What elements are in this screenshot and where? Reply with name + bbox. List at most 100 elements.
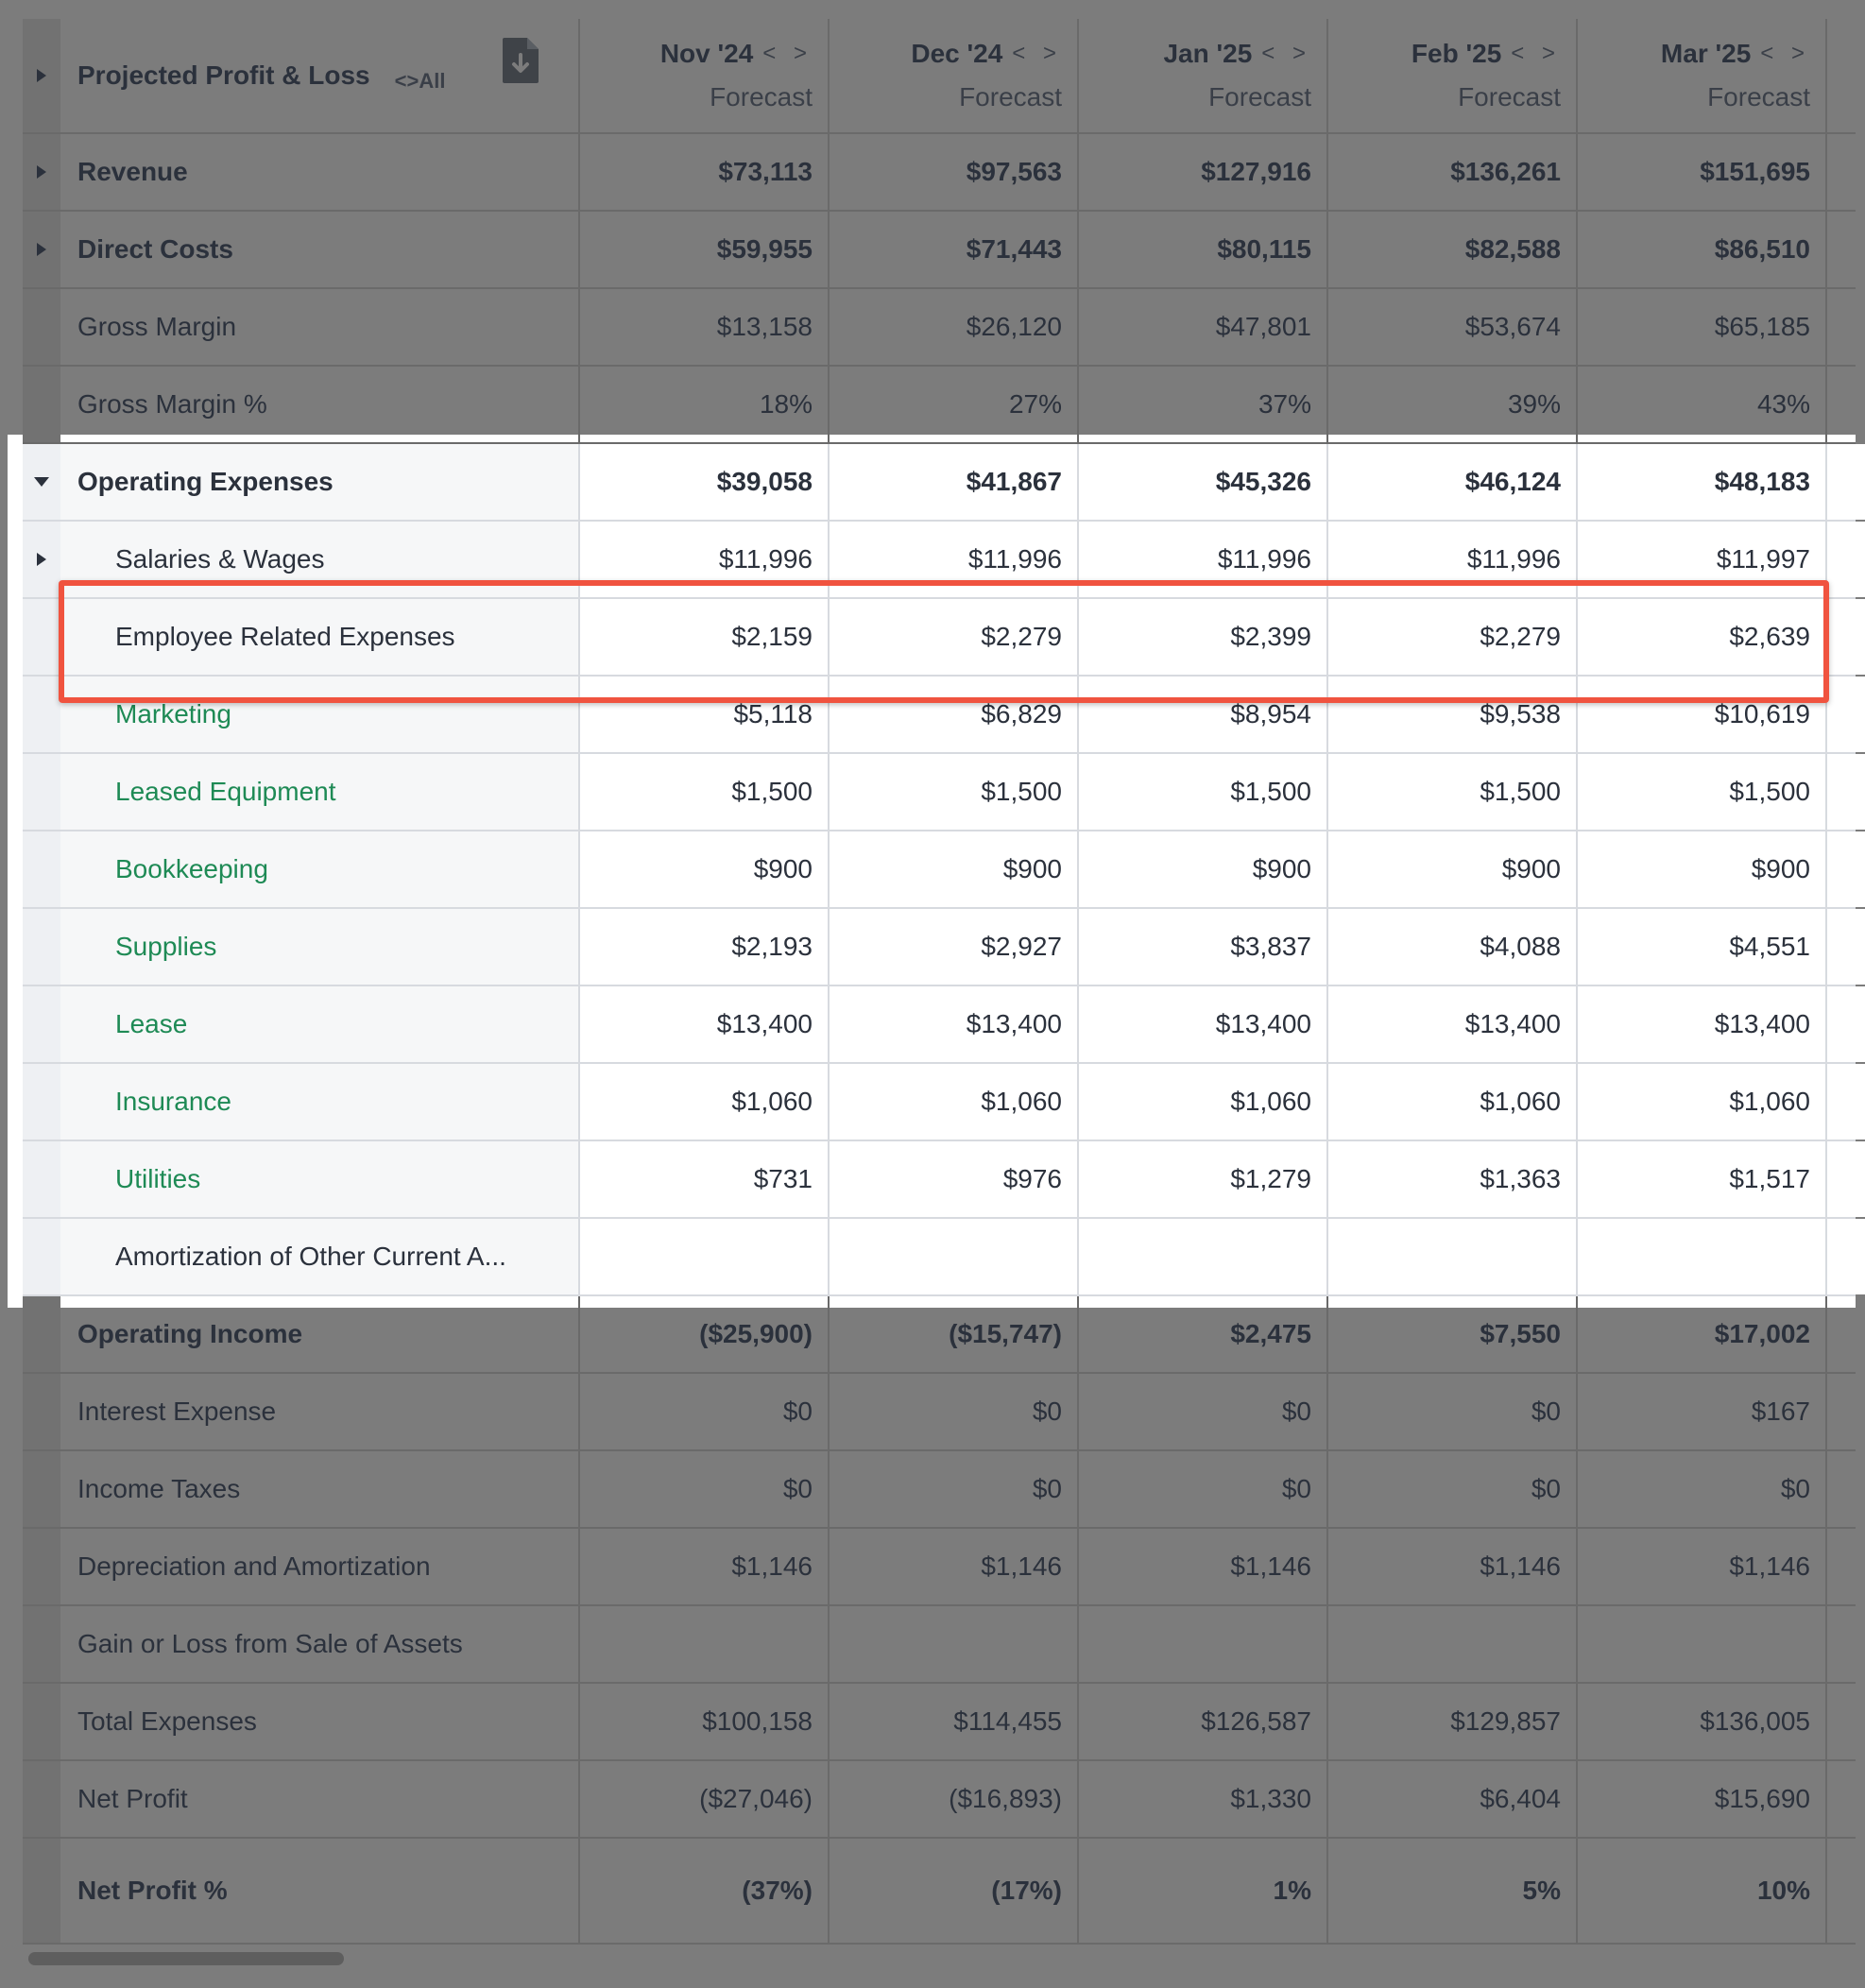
- value-cell: $39,058: [580, 444, 830, 520]
- value-cell: $1,500: [1079, 754, 1328, 830]
- value-cell: $48,183: [1578, 444, 1827, 520]
- table-row[interactable]: Leased Equipment $1,500 $1,500 $1,500 $1,500…: [23, 754, 1865, 831]
- value-cell: $1,146: [830, 1529, 1079, 1604]
- row-label: Income Taxes: [60, 1451, 580, 1527]
- table-row[interactable]: Marketing $5,118 $6,829 $8,954 $9,538 $10,619: [23, 677, 1865, 754]
- table-row[interactable]: Salaries & Wages $11,996 $11,996 $11,996 $11…: [23, 522, 1865, 599]
- expand-all-toggle[interactable]: [23, 19, 60, 132]
- table-row[interactable]: Supplies $2,193 $2,927 $3,837 $4,088 $4,551: [23, 909, 1865, 986]
- value-cell: $0: [1079, 1451, 1328, 1527]
- column-nav-arrows-icon[interactable]: < >: [1511, 41, 1561, 67]
- row-expander[interactable]: [23, 134, 60, 210]
- row-label[interactable]: Lease: [60, 986, 580, 1062]
- value-cell: $2,279: [1328, 599, 1578, 675]
- table-row[interactable]: Operating Income ($25,900) ($15,747) $2,475…: [23, 1296, 1856, 1374]
- column-nav-arrows-icon[interactable]: < >: [762, 41, 813, 67]
- row-expander[interactable]: [23, 522, 60, 597]
- column-nav-arrows-icon[interactable]: < >: [1760, 41, 1810, 67]
- table-row[interactable]: Employee Related Expenses $2,159 $2,279 $2,…: [23, 599, 1865, 677]
- row-label[interactable]: Marketing: [60, 677, 580, 752]
- value-cell: ($25,900): [580, 1296, 830, 1372]
- row-expander: [23, 1761, 60, 1837]
- column-month: Dec '24: [911, 39, 1003, 68]
- row-expander: [23, 1451, 60, 1527]
- value-cell: $2,639: [1578, 599, 1827, 675]
- table-row[interactable]: Gain or Loss from Sale of Assets: [23, 1606, 1856, 1684]
- value-cell: $731: [580, 1141, 830, 1217]
- table-row[interactable]: Net Profit ($27,046) ($16,893) $1,330 $6,404…: [23, 1761, 1856, 1839]
- value-cell: $13,158: [580, 289, 830, 365]
- tail-cell: [1827, 19, 1865, 132]
- horizontal-scrollbar[interactable]: [28, 1952, 344, 1965]
- show-all-columns-toggle[interactable]: <>All: [395, 69, 446, 94]
- value-cell: [1578, 1606, 1827, 1682]
- tail-cell: [1827, 1064, 1865, 1140]
- row-label[interactable]: Utilities: [60, 1141, 580, 1217]
- row-label[interactable]: Leased Equipment: [60, 754, 580, 830]
- table-row[interactable]: Utilities $731 $976 $1,279 $1,363 $1,517: [23, 1141, 1865, 1219]
- table-row[interactable]: Bookkeeping $900 $900 $900 $900 $900: [23, 831, 1865, 909]
- value-cell: $4,088: [1328, 909, 1578, 985]
- value-cell: [580, 1219, 830, 1294]
- value-cell: $1,500: [1578, 754, 1827, 830]
- table-row[interactable]: Lease $13,400 $13,400 $13,400 $13,400 $13,400: [23, 986, 1865, 1064]
- table-title: Projected Profit & Loss: [77, 60, 370, 90]
- row-label[interactable]: Bookkeeping: [60, 831, 580, 907]
- table-row[interactable]: Total Expenses $100,158 $114,455 $126,587 $1…: [23, 1684, 1856, 1761]
- value-cell: $97,563: [830, 134, 1079, 210]
- value-cell: [830, 1606, 1079, 1682]
- value-cell: $1,146: [1079, 1529, 1328, 1604]
- row-expander: [23, 289, 60, 365]
- value-cell: $59,955: [580, 212, 830, 287]
- value-cell: $11,997: [1578, 522, 1827, 597]
- table-row[interactable]: Gross Margin % 18% 27% 37% 39% 43%: [23, 367, 1856, 444]
- value-cell: (17%): [830, 1839, 1079, 1943]
- export-document-icon[interactable]: [501, 36, 540, 85]
- value-cell: $13,400: [830, 986, 1079, 1062]
- row-expander[interactable]: [23, 444, 60, 520]
- value-cell: $6,829: [830, 677, 1079, 752]
- tail-cell: [1827, 1839, 1865, 1943]
- table-row[interactable]: Net Profit % (37%) (17%) 1% 5% 10%: [23, 1839, 1856, 1945]
- row-expander[interactable]: [23, 212, 60, 287]
- table-row[interactable]: Interest Expense $0 $0 $0 $0 $167: [23, 1374, 1856, 1451]
- value-cell: $1,279: [1079, 1141, 1328, 1217]
- caret-right-icon: [37, 165, 46, 179]
- column-subtitle: Forecast: [959, 82, 1062, 111]
- tail-cell: [1827, 1451, 1865, 1527]
- value-cell: 18%: [580, 367, 830, 442]
- value-cell: $1,060: [1578, 1064, 1827, 1140]
- value-cell: $900: [1079, 831, 1328, 907]
- row-label[interactable]: Insurance: [60, 1064, 580, 1140]
- column-nav-arrows-icon[interactable]: < >: [1012, 41, 1062, 67]
- column-nav-arrows-icon[interactable]: < >: [1261, 41, 1311, 67]
- row-label: Amortization of Other Current A...: [60, 1219, 580, 1294]
- value-cell: $1,060: [830, 1064, 1079, 1140]
- table-row[interactable]: Depreciation and Amortization $1,146 $1,14…: [23, 1529, 1856, 1606]
- value-cell: $900: [580, 831, 830, 907]
- row-label: Direct Costs: [60, 212, 580, 287]
- value-cell: $10,619: [1578, 677, 1827, 752]
- value-cell: $151,695: [1578, 134, 1827, 210]
- row-label: Depreciation and Amortization: [60, 1529, 580, 1604]
- table-row[interactable]: Gross Margin $13,158 $26,120 $47,801 $53,674…: [23, 289, 1856, 367]
- column-subtitle: Forecast: [1208, 82, 1311, 111]
- table-row[interactable]: Operating Expenses $39,058 $41,867 $45,326 $…: [23, 444, 1865, 522]
- table-row[interactable]: Insurance $1,060 $1,060 $1,060 $1,060 $1,060: [23, 1064, 1865, 1141]
- column-header: Jan '25 < > Forecast: [1079, 19, 1328, 132]
- tail-cell: [1827, 1296, 1865, 1372]
- value-cell: $6,404: [1328, 1761, 1578, 1837]
- value-cell: $0: [830, 1451, 1079, 1527]
- table-row[interactable]: Income Taxes $0 $0 $0 $0 $0: [23, 1451, 1856, 1529]
- table-row[interactable]: Amortization of Other Current A...: [23, 1219, 1865, 1296]
- value-cell: $0: [830, 1374, 1079, 1449]
- value-cell: $11,996: [1328, 522, 1578, 597]
- value-cell: $900: [830, 831, 1079, 907]
- value-cell: $11,996: [1079, 522, 1328, 597]
- table-row[interactable]: Revenue $73,113 $97,563 $127,916 $136,261 $15…: [23, 134, 1856, 212]
- row-expander: [23, 986, 60, 1062]
- value-cell: [1328, 1219, 1578, 1294]
- table-row[interactable]: Direct Costs $59,955 $71,443 $80,115 $82,588…: [23, 212, 1856, 289]
- row-label[interactable]: Supplies: [60, 909, 580, 985]
- tail-cell: [1827, 367, 1865, 442]
